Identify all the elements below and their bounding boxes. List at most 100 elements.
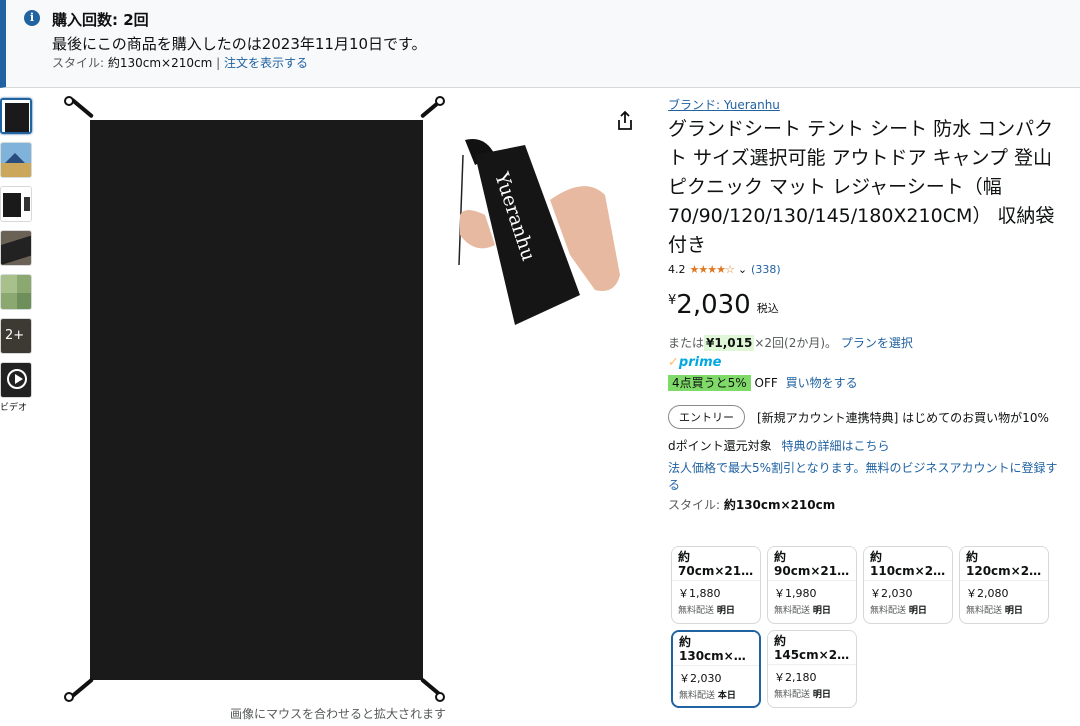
dpoint-text: dポイント還元対象 xyxy=(668,439,772,453)
option-size: 110cm×2… xyxy=(870,564,946,578)
option-size: 120cm×2… xyxy=(966,564,1042,578)
more-images-label: 2+ xyxy=(5,328,25,343)
option-shipping: 無料配送 明日 xyxy=(768,685,856,702)
prime-label: prime xyxy=(678,355,722,370)
chevron-down-icon[interactable]: ⌄ xyxy=(738,263,747,276)
banner-separator: | xyxy=(212,56,224,70)
business-account-link[interactable]: 法人価格で最大5%割引となります。無料のビジネスアカウントに登録する xyxy=(668,460,1068,494)
option-prefix: 約 xyxy=(774,634,787,648)
deal-off-label: OFF xyxy=(754,376,778,390)
option-prefix: 約 xyxy=(870,550,883,564)
option-size: 90cm×21… xyxy=(774,564,850,578)
option-price: ￥2,030 xyxy=(673,665,759,686)
thumbnail-2[interactable] xyxy=(0,142,32,178)
deal-shop-link[interactable]: 買い物をする xyxy=(786,376,858,390)
corner-ring-tl xyxy=(64,96,74,106)
option-price: ￥2,030 xyxy=(864,580,952,601)
thumbnail-video[interactable] xyxy=(0,362,32,398)
option-name: 約 90cm×21… xyxy=(768,547,856,580)
thumbnail-more[interactable]: 2+ xyxy=(0,318,32,354)
installment-suffix: ×2回(2か月)。 xyxy=(754,336,838,350)
option-size: 70cm×21… xyxy=(678,564,754,578)
size-option-70[interactable]: 約 70cm×21… ￥1,880 無料配送 明日 xyxy=(671,546,761,624)
storage-bag-image: Yueranhu xyxy=(455,135,625,335)
size-option-90[interactable]: 約 90cm×21… ￥1,980 無料配送 明日 xyxy=(767,546,857,624)
option-delivery-day: 明日 xyxy=(716,606,735,616)
installment-prefix: または xyxy=(668,336,705,350)
installment-plan-link[interactable]: プランを選択 xyxy=(841,336,913,350)
size-option-120[interactable]: 約 120cm×2… ￥2,080 無料配送 明日 xyxy=(959,546,1049,624)
rating-stars-icon[interactable]: ★★★★☆ xyxy=(690,263,735,276)
product-title: グランドシート テント シート 防水 コンパクト サイズ選択可能 アウトドア キ… xyxy=(668,118,1055,256)
entry-row: エントリー [新規アカウント連携特典] はじめてのお買い物が10% xyxy=(668,405,1068,429)
option-name: 約 145cm×2… xyxy=(768,631,856,664)
style-label-value: 約130cm×210cm xyxy=(723,498,836,512)
option-delivery-day: 明日 xyxy=(1004,606,1023,616)
option-ship-label: 無料配送 xyxy=(678,606,715,616)
option-shipping: 無料配送 本日 xyxy=(673,686,759,703)
option-size: 145cm×2… xyxy=(774,648,850,662)
option-delivery-day: 明日 xyxy=(812,606,831,616)
option-delivery-day: 明日 xyxy=(812,690,831,700)
last-purchase-text: 最後にこの商品を購入したのは2023年11月10日です。 xyxy=(52,35,427,53)
option-shipping: 無料配送 明日 xyxy=(864,601,952,618)
corner-ring-br xyxy=(435,692,445,702)
info-icon: i xyxy=(24,10,40,26)
share-icon[interactable] xyxy=(615,110,635,132)
option-ship-label: 無料配送 xyxy=(966,606,1003,616)
purchase-history-banner: i 購入回数: 2回 最後にこの商品を購入したのは2023年11月10日です。 … xyxy=(0,0,1080,88)
entry-button[interactable]: エントリー xyxy=(668,405,745,429)
price-amount: 2,030 xyxy=(676,290,751,320)
option-ship-label: 無料配送 xyxy=(679,691,716,701)
installment-amount: ¥1,015 xyxy=(704,335,755,351)
prime-badge: ✓prime xyxy=(668,355,1068,370)
option-ship-label: 無料配送 xyxy=(774,690,811,700)
option-name: 約 130cm×2… xyxy=(673,632,759,665)
option-prefix: 約 xyxy=(774,550,787,564)
dpoint-details-link[interactable]: 特典の詳細はこちら xyxy=(781,439,889,453)
installment-row: または ¥1,015 ×2回(2か月)。 プランを選択 xyxy=(668,334,1068,351)
thumbnail-1[interactable] xyxy=(0,98,32,134)
size-option-145[interactable]: 約 145cm×2… ￥2,180 無料配送 明日 xyxy=(767,630,857,708)
thumbnail-3[interactable] xyxy=(0,186,32,222)
corner-ring-tr xyxy=(435,96,445,106)
thumbnail-4[interactable] xyxy=(0,230,32,266)
option-name: 約 70cm×21… xyxy=(672,547,760,580)
tax-label: 税込 xyxy=(756,302,779,315)
view-order-link[interactable]: 注文を表示する xyxy=(224,56,308,70)
option-shipping: 無料配送 明日 xyxy=(768,601,856,618)
play-icon xyxy=(7,369,27,389)
option-price: ￥2,080 xyxy=(960,580,1048,601)
main-product-image[interactable] xyxy=(60,92,455,707)
dpoint-row: dポイント還元対象 特典の詳細はこちら xyxy=(668,437,1068,454)
option-ship-label: 無料配送 xyxy=(774,606,811,616)
zoom-hint: 画像にマウスを合わせると拡大されます xyxy=(230,707,447,721)
option-prefix: 約 xyxy=(678,550,691,564)
size-option-110[interactable]: 約 110cm×2… ￥2,030 無料配送 明日 xyxy=(863,546,953,624)
prime-check-icon: ✓ xyxy=(668,355,679,370)
style-selector-label: スタイル: 約130cm×210cm xyxy=(668,496,1068,513)
option-prefix: 約 xyxy=(966,550,979,564)
thumbnail-5[interactable] xyxy=(0,274,32,310)
option-price: ￥1,880 xyxy=(672,580,760,601)
banner-style-value: 約130cm×210cm xyxy=(107,56,213,70)
deal-row: 4点買うと5% OFF 買い物をする xyxy=(668,374,1068,391)
corner-ring-bl xyxy=(64,692,74,702)
price-currency: ¥ xyxy=(668,293,677,308)
option-name: 約 120cm×2… xyxy=(960,547,1048,580)
product-details: ブランド: Yueranhu グランドシート テント シート 防水 コンパクト … xyxy=(668,94,1068,513)
rating-row: 4.2 ★★★★☆ ⌄ (338) xyxy=(668,263,1068,276)
size-option-130[interactable]: 約 130cm×2… ￥2,030 無料配送 本日 xyxy=(671,630,761,708)
entry-text: [新規アカウント連携特典] はじめてのお買い物が10% xyxy=(757,410,1049,425)
brand-link[interactable]: ブランド: Yueranhu xyxy=(668,98,780,112)
deal-badge: 4点買うと5% xyxy=(668,375,751,391)
option-ship-label: 無料配送 xyxy=(870,606,907,616)
option-name: 約 110cm×2… xyxy=(864,547,952,580)
price-block: ¥ 2,030 税込 xyxy=(668,290,1068,320)
image-thumbnails: 2+ ビデオ xyxy=(0,98,34,413)
purchase-count: 購入回数: 2回 xyxy=(52,11,149,29)
option-shipping: 無料配送 明日 xyxy=(672,601,760,618)
option-shipping: 無料配送 明日 xyxy=(960,601,1048,618)
review-count-link[interactable]: (338) xyxy=(751,263,781,276)
option-price: ￥2,180 xyxy=(768,664,856,685)
